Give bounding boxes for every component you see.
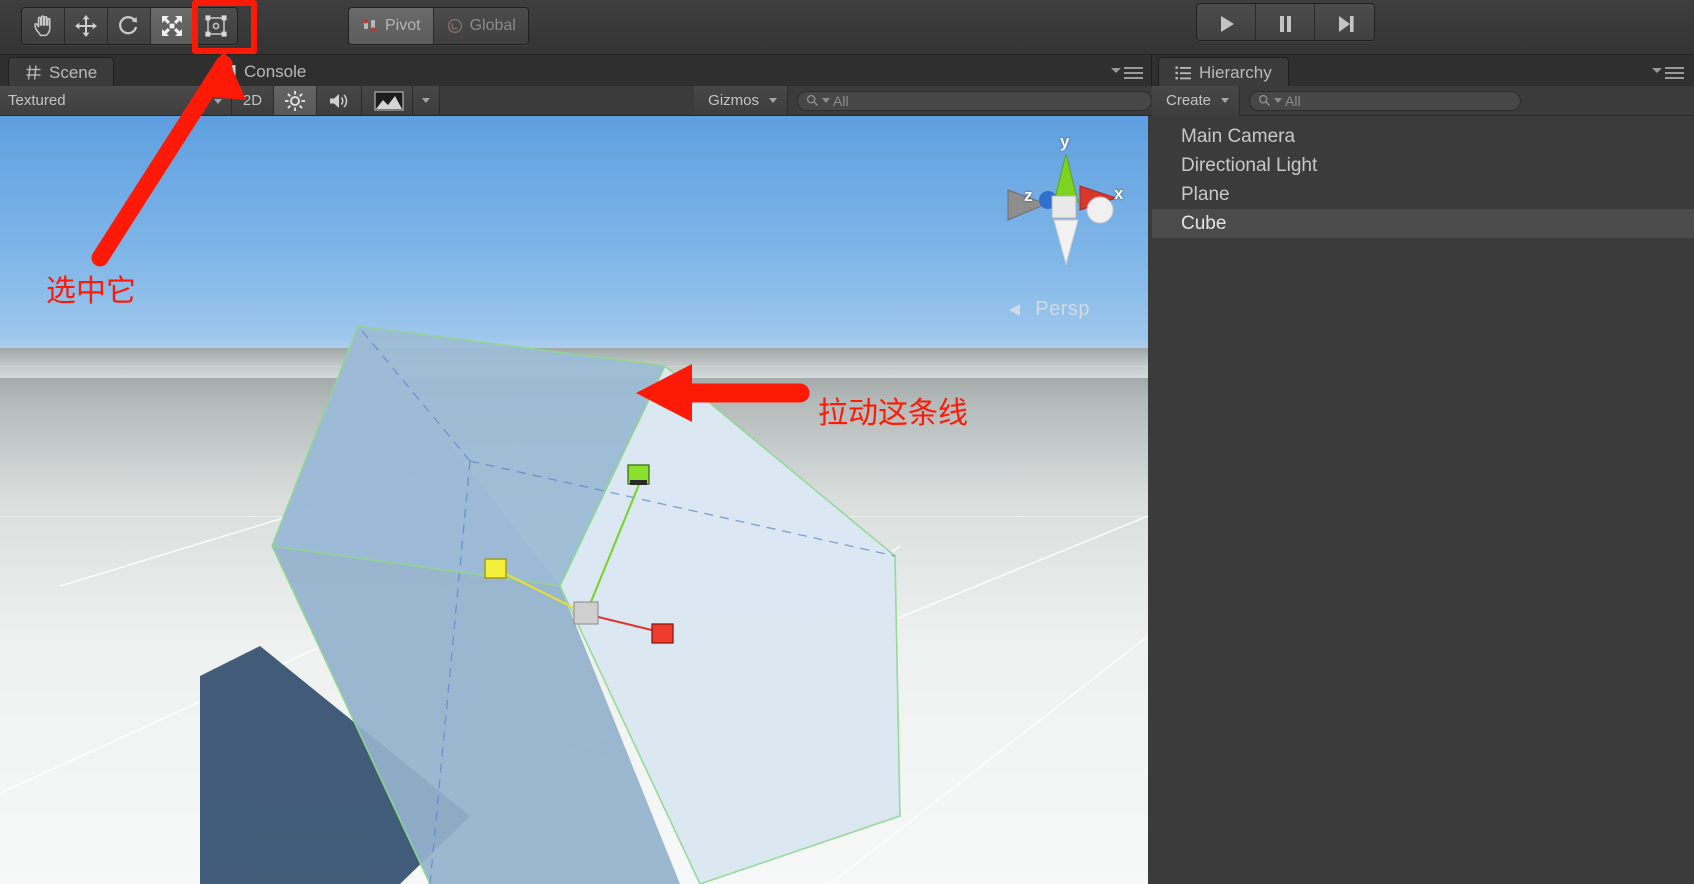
hierarchy-list-icon	[1175, 65, 1192, 81]
gizmos-dropdown[interactable]: Gizmos	[694, 86, 788, 115]
move-tool-button[interactable]	[65, 8, 108, 44]
effects-dropdown-button[interactable]	[413, 86, 440, 115]
unity-editor-window: Pivot Global Scene Console Hierarchy Tex…	[0, 0, 1694, 884]
tab-scene[interactable]: Scene	[8, 57, 115, 87]
tab-scene-label: Scene	[49, 62, 98, 82]
chevron-down-icon	[769, 98, 777, 103]
hand-icon	[34, 15, 51, 37]
hierarchy-panel-tabbar: Hierarchy	[1152, 55, 1694, 87]
grid-icon	[25, 64, 42, 81]
play-icon	[1221, 16, 1234, 32]
hierarchy-panel-menu-button[interactable]	[1652, 67, 1684, 79]
scale-gizmo	[484, 464, 674, 644]
search-filter-caret-icon	[822, 98, 830, 103]
persp-arrow-icon	[1009, 304, 1020, 316]
toggle-2d-label: 2D	[242, 92, 263, 109]
pivot-label: Pivot	[385, 17, 421, 34]
tab-console[interactable]: Console	[206, 57, 322, 87]
scene-panel-tabbar: Scene Console	[0, 55, 1152, 87]
sun-icon	[285, 90, 305, 111]
search-icon	[806, 94, 819, 107]
step-forward-icon	[1338, 16, 1354, 32]
gizmo-y-handle	[627, 464, 650, 485]
console-icon	[222, 64, 237, 81]
annotation-label-drag-this-line: 拉动这条线	[818, 396, 968, 431]
gizmo-center-handle	[573, 601, 599, 625]
lighting-toggle-button[interactable]	[274, 86, 317, 115]
gizmo-y-axis-line	[585, 481, 641, 615]
main-toolbar: Pivot Global	[0, 0, 1694, 55]
gizmo-x-handle	[651, 623, 674, 644]
tab-hierarchy-label: Hierarchy	[1199, 62, 1272, 82]
scene-viewport[interactable]: y z x Persp	[0, 116, 1148, 884]
toolbar-spacer	[440, 86, 695, 115]
scale-icon	[162, 16, 182, 36]
list-item-label: Main Camera	[1181, 125, 1296, 147]
hierarchy-item-cube[interactable]: Cube	[1152, 209, 1694, 238]
rotate-icon	[119, 16, 138, 35]
effects-toggle-button[interactable]	[362, 86, 413, 115]
gizmo-axis-label-y: y	[1060, 132, 1070, 151]
gizmos-label: Gizmos	[708, 92, 759, 109]
pause-icon	[1280, 16, 1291, 32]
chevron-down-icon	[422, 98, 430, 103]
hierarchy-panel: Create All Main Camera Directional Light…	[1152, 85, 1694, 884]
hierarchy-toolbar: Create All	[1152, 85, 1694, 116]
scene-panel-menu-button[interactable]	[1111, 67, 1143, 79]
draw-mode-dropdown[interactable]: Textured	[0, 86, 232, 115]
rotate-tool-button[interactable]	[108, 8, 151, 44]
toggle-2d-button[interactable]: 2D	[232, 86, 274, 115]
hierarchy-object-list: Main Camera Directional Light Plane Cube	[1152, 116, 1694, 238]
scene-view-toolbar: Textured 2D Gizmos All	[0, 86, 1152, 116]
hierarchy-search-value: All	[1285, 92, 1301, 109]
pivot-icon	[363, 19, 376, 32]
play-button[interactable]	[1197, 4, 1256, 40]
globe-icon	[447, 18, 462, 34]
image-icon	[374, 90, 404, 111]
transform-tool-group	[21, 7, 238, 45]
annotation-label-select-it: 选中它	[46, 274, 136, 309]
hierarchy-search-input[interactable]: All	[1249, 90, 1522, 111]
rect-tool-button[interactable]	[194, 8, 237, 44]
speaker-icon	[330, 93, 348, 108]
gizmo-z-axis-line	[499, 570, 587, 615]
gizmo-axis-label-z: z	[1024, 186, 1033, 205]
audio-toggle-button[interactable]	[317, 86, 362, 115]
move-arrows-icon	[75, 15, 97, 37]
gizmo-axis-label-x: x	[1114, 184, 1124, 203]
tab-console-label: Console	[244, 62, 307, 81]
chevron-down-icon	[214, 99, 222, 104]
list-item-label: Directional Light	[1181, 154, 1318, 176]
rect-transform-icon	[204, 15, 227, 37]
hand-tool-button[interactable]	[22, 8, 65, 44]
pause-button[interactable]	[1256, 4, 1315, 40]
search-icon	[1258, 94, 1271, 107]
create-dropdown-button[interactable]: Create	[1152, 85, 1241, 116]
hierarchy-item-plane[interactable]: Plane	[1152, 180, 1694, 209]
search-filter-caret-icon	[1274, 98, 1283, 103]
gizmo-axis-cones	[1007, 153, 1118, 266]
scene-search-input[interactable]: All	[797, 90, 1152, 111]
scene-orientation-gizmo[interactable]: y z x Persp	[988, 124, 1138, 324]
gizmo-z-handle	[484, 558, 507, 579]
create-label: Create	[1166, 92, 1212, 109]
pivot-button[interactable]: Pivot	[349, 8, 434, 44]
global-label: Global	[469, 17, 516, 34]
list-item-label: Plane	[1181, 183, 1230, 205]
global-button[interactable]: Global	[433, 8, 528, 44]
scale-tool-button[interactable]	[151, 8, 194, 44]
hierarchy-item-directional-light[interactable]: Directional Light	[1152, 151, 1694, 180]
list-item-label: Cube	[1181, 212, 1227, 234]
chevron-down-icon	[1221, 98, 1230, 103]
playback-control-group	[1196, 3, 1375, 41]
step-button[interactable]	[1315, 4, 1374, 40]
tab-hierarchy[interactable]: Hierarchy	[1158, 57, 1289, 87]
hierarchy-item-main-camera[interactable]: Main Camera	[1152, 122, 1694, 151]
camera-mode-label: Persp	[1035, 298, 1090, 320]
scene-search-value: All	[833, 92, 849, 109]
draw-mode-label: Textured	[8, 92, 66, 109]
pivot-toggle-group: Pivot Global	[348, 7, 529, 45]
